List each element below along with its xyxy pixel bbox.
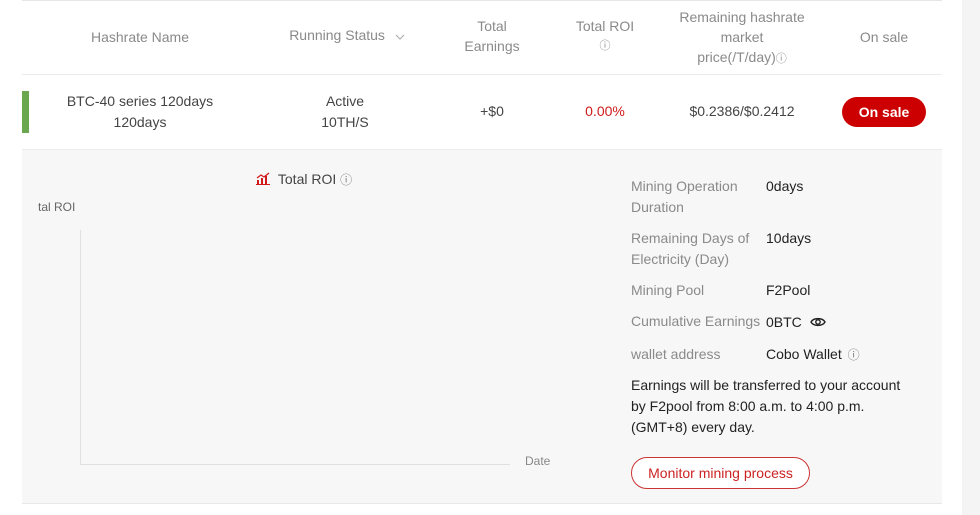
- row-status: Active: [325, 93, 365, 109]
- col-total-earnings: Total Earnings: [452, 16, 532, 56]
- electricity-label-line2: Electricity (Day): [631, 251, 730, 267]
- row-price-value: $0.2386/$0.2412: [689, 103, 795, 119]
- note-line1: Earnings will be transferred to your acc…: [631, 377, 901, 393]
- row-earnings: +$0: [452, 101, 532, 122]
- mining-pool-value: F2Pool: [766, 282, 811, 298]
- row-roi: 0.00%: [565, 101, 645, 122]
- row-roi-value: 0.00%: [585, 103, 625, 119]
- col-on-sale: On sale: [844, 27, 924, 47]
- col-total-earnings-line1: Total: [477, 18, 507, 34]
- col-hashrate-name: Hashrate Name: [80, 27, 200, 47]
- note-line2: by F2pool from 8:00 a.m. to 4:00 p.m.: [631, 398, 865, 414]
- electricity-label-line1: Remaining Days of: [631, 230, 750, 246]
- electricity-value: 10days: [766, 230, 812, 246]
- chevron-down-icon[interactable]: [395, 26, 405, 46]
- chart-x-axis: [80, 464, 510, 465]
- col-total-roi-label: Total ROI: [575, 18, 635, 34]
- wallet-address-label: wallet address: [631, 346, 721, 362]
- row-name-line2: 120days: [113, 114, 167, 130]
- chart-icon: [256, 171, 274, 187]
- col-remaining-line3: price(/T/day): [697, 49, 776, 65]
- col-total-roi: Total ROI ⓘ: [565, 16, 645, 56]
- col-hashrate-name-label: Hashrate Name: [90, 29, 190, 45]
- col-on-sale-label: On sale: [859, 29, 909, 45]
- status-indicator-bar: [22, 91, 29, 133]
- row-hashrate-name: BTC-40 series 120days 120days: [50, 91, 230, 133]
- mining-pool-label: Mining Pool: [631, 282, 705, 298]
- row-running-status: Active 10TH/S: [295, 91, 395, 133]
- table-row[interactable]: BTC-40 series 120days 120days Active 10T…: [22, 75, 942, 150]
- col-remaining-line1: Remaining hashrate: [679, 9, 805, 25]
- wallet-address-text: Cobo Wallet: [766, 346, 842, 362]
- earnings-transfer-note: Earnings will be transferred to your acc…: [631, 375, 931, 438]
- mining-duration-label-line2: Duration: [631, 199, 684, 215]
- chart-title-label: Total ROI: [277, 171, 337, 187]
- col-total-earnings-line2: Earnings: [464, 38, 520, 54]
- info-icon[interactable]: ⓘ: [340, 173, 352, 187]
- row-earnings-value: +$0: [480, 103, 504, 119]
- chart-y-axis: [80, 230, 81, 464]
- col-running-status[interactable]: Running Status: [272, 25, 422, 46]
- mining-duration-label-line1: Mining Operation: [631, 178, 738, 194]
- col-running-status-label: Running Status: [289, 27, 385, 43]
- cumulative-earnings-label: Cumulative Earnings: [631, 313, 761, 329]
- chart-x-axis-label: Date: [525, 454, 551, 468]
- cumulative-earnings-value: 0BTC: [766, 312, 826, 334]
- row-hashrate: 10TH/S: [321, 114, 369, 130]
- chart-title: Total ROI ⓘ: [256, 170, 352, 189]
- on-sale-button[interactable]: On sale: [842, 97, 926, 127]
- info-icon[interactable]: ⓘ: [776, 53, 787, 65]
- chart-y-axis-label: tal ROI: [38, 200, 76, 214]
- mining-duration-label: Mining Operation Duration: [631, 176, 738, 218]
- eye-icon[interactable]: [809, 313, 826, 334]
- table-header: Hashrate Name Running Status Total Earni…: [22, 1, 942, 75]
- page-scroll-gutter: [962, 0, 980, 515]
- col-remaining-line2: market: [720, 29, 764, 45]
- cumulative-earnings-amount: 0BTC: [766, 314, 802, 330]
- wallet-address-value: Cobo Wallet ⓘ: [766, 344, 860, 366]
- col-remaining-price: Remaining hashrate market price(/T/day)ⓘ: [662, 7, 822, 69]
- monitor-mining-button[interactable]: Monitor mining process: [631, 457, 810, 489]
- detail-panel-bottom-rule: [22, 503, 942, 504]
- row-name-line1: BTC-40 series 120days: [66, 93, 214, 109]
- row-price: $0.2386/$0.2412: [662, 101, 822, 122]
- info-icon[interactable]: ⓘ: [848, 348, 860, 362]
- mining-duration-value: 0days: [766, 178, 804, 194]
- note-line3: (GMT+8) every day.: [631, 419, 755, 435]
- info-icon[interactable]: ⓘ: [565, 36, 645, 56]
- electricity-label: Remaining Days of Electricity (Day): [631, 228, 749, 270]
